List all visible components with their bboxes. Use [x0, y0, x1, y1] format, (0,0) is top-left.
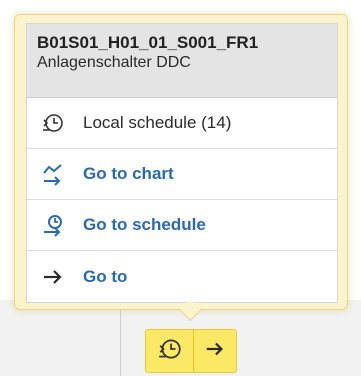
arrow-right-icon: [204, 338, 226, 365]
menu-item-go-to[interactable]: Go to: [27, 251, 337, 302]
menu-item-label: Go to chart: [83, 164, 174, 183]
object-name: B01S01_H01_01_S001_FR1: [37, 33, 259, 52]
object-toolbar: [145, 329, 237, 373]
schedule-icon: [157, 336, 183, 367]
schedule-button[interactable]: [146, 330, 195, 372]
context-popup: B01S01_H01_01_S001_FR1 Anlagenschalter D…: [14, 14, 348, 310]
menu-item-local-schedule[interactable]: Local schedule (14): [27, 98, 337, 149]
object-description: Anlagenschalter DDC: [37, 54, 191, 71]
menu-item-label: Local schedule (14): [83, 113, 232, 132]
schedule-link-icon: [39, 211, 67, 239]
popup-menu: B01S01_H01_01_S001_FR1 Anlagenschalter D…: [26, 23, 338, 303]
goto-button[interactable]: [194, 330, 236, 372]
menu-item-label: Go to: [83, 266, 128, 286]
menu-item-label: Go to schedule: [83, 215, 206, 234]
arrow-right-icon: [39, 263, 67, 291]
local-schedule-icon: [39, 109, 67, 137]
popup-header: B01S01_H01_01_S001_FR1 Anlagenschalter D…: [27, 24, 337, 98]
divider-line: [120, 300, 121, 376]
menu-item-go-to-schedule[interactable]: Go to schedule: [27, 200, 337, 251]
chart-icon: [39, 160, 67, 188]
menu-item-go-to-chart[interactable]: Go to chart: [27, 149, 337, 200]
